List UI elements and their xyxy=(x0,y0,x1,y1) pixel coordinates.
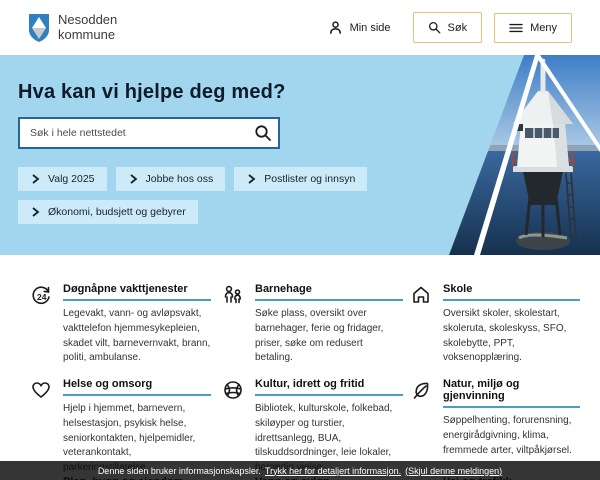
ball-icon xyxy=(222,379,244,401)
quick-link-label: Postlister og innsyn xyxy=(264,173,355,185)
services-section: 24 Døgnåpne vakttjenester Legevakt, vann… xyxy=(0,255,600,480)
chevron-right-icon xyxy=(246,174,256,184)
quick-link-label: Jobbe hos oss xyxy=(146,173,214,185)
logo-line2: kommune xyxy=(58,28,117,43)
coat-of-arms-icon xyxy=(28,13,50,43)
services-row-1: 24 Døgnåpne vakttjenester Legevakt, vann… xyxy=(30,283,600,378)
service-title: Skole xyxy=(443,283,580,301)
chevron-right-icon xyxy=(30,174,40,184)
service-title: Døgnåpne vakttjenester xyxy=(63,283,211,301)
hamburger-icon xyxy=(509,22,523,34)
school-building-icon xyxy=(410,284,432,306)
hero-heading: Hva kan vi hjelpe deg med? xyxy=(18,81,600,104)
site-header: Nesodden kommune Min side Søk xyxy=(0,0,600,55)
service-title: Barnehage xyxy=(255,283,403,301)
quick-link-jobbe-hos-oss[interactable]: Jobbe hos oss xyxy=(116,167,226,191)
search-button-label: Søk xyxy=(448,22,468,34)
logo-text: Nesodden kommune xyxy=(58,13,117,42)
quick-links: Valg 2025 Jobbe hos oss Postlister og in… xyxy=(18,167,368,224)
leaf-icon xyxy=(410,379,432,401)
quick-link-postlister-og-innsyn[interactable]: Postlister og innsyn xyxy=(234,167,367,191)
search-icon xyxy=(428,21,441,34)
cookie-banner: Denne siden bruker informasjonskapsler. … xyxy=(0,461,600,480)
quick-link-okonomi-budsjett-og-gebyrer[interactable]: Økonomi, budsjett og gebyrer xyxy=(18,200,198,224)
search-button[interactable]: Søk xyxy=(413,12,483,43)
site-search-box xyxy=(18,117,280,149)
header-actions: Min side Søk Meny xyxy=(318,12,572,43)
service-description: Oversikt skoler, skolestart, skoleruta, … xyxy=(443,307,580,366)
page: Nesodden kommune Min side Søk xyxy=(0,0,600,480)
min-side-label: Min side xyxy=(350,22,391,34)
cookie-hide-link[interactable]: (Skjul denne meldingen) xyxy=(405,466,502,476)
chevron-right-icon xyxy=(128,174,138,184)
menu-button[interactable]: Meny xyxy=(494,13,572,43)
cookie-details-link[interactable]: Trykk her for detaljert informasjon. xyxy=(265,466,401,476)
service-description: Søppelhenting, forurensning, energirådgi… xyxy=(443,414,580,458)
children-icon xyxy=(222,284,244,306)
service-card-barnehage[interactable]: Barnehage Søke plass, oversikt over barn… xyxy=(222,283,410,378)
search-icon xyxy=(254,124,272,142)
heart-icon xyxy=(30,379,52,401)
logo-line1: Nesodden xyxy=(58,13,117,28)
menu-button-label: Meny xyxy=(530,22,557,34)
hero-content: Hva kan vi hjelpe deg med? Valg 2025 xyxy=(0,55,600,224)
service-card-skole[interactable]: Skole Oversikt skoler, skolestart, skole… xyxy=(410,283,580,378)
cookie-text: Denne siden bruker informasjonskapsler. xyxy=(98,466,261,476)
service-description: Legevakt, vann- og avløpsvakt, vakttelef… xyxy=(63,307,211,366)
site-search-submit-button[interactable] xyxy=(248,119,278,147)
site-search-input[interactable] xyxy=(20,127,248,139)
hero-section: Hva kan vi hjelpe deg med? Valg 2025 xyxy=(0,55,600,255)
24-hour-icon: 24 xyxy=(30,284,52,306)
service-card-dognapne-vakttjenester[interactable]: 24 Døgnåpne vakttjenester Legevakt, vann… xyxy=(30,283,222,378)
quick-link-valg-2025[interactable]: Valg 2025 xyxy=(18,167,107,191)
quick-link-label: Valg 2025 xyxy=(48,173,95,185)
service-title: Helse og omsorg xyxy=(63,378,211,396)
service-description: Søke plass, oversikt over barnehager, fe… xyxy=(255,307,403,366)
municipality-logo[interactable]: Nesodden kommune xyxy=(28,13,117,43)
person-icon xyxy=(328,20,343,35)
service-title: Natur, miljø og gjenvinning xyxy=(443,378,580,408)
quick-link-label: Økonomi, budsjett og gebyrer xyxy=(48,206,186,218)
chevron-right-icon xyxy=(30,207,40,217)
svg-text:24: 24 xyxy=(37,292,47,302)
min-side-button[interactable]: Min side xyxy=(318,12,401,43)
service-title: Kultur, idrett og fritid xyxy=(255,378,403,396)
